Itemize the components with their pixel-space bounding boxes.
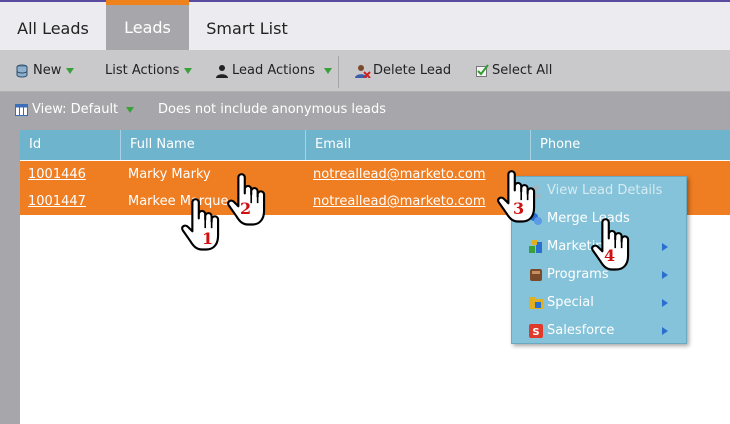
view-label: View: Default (32, 102, 119, 117)
annotation-number: 4 (604, 246, 616, 265)
view-selector[interactable]: View: Default (15, 92, 135, 130)
delete-person-icon (355, 64, 371, 78)
delete-lead-label: Delete Lead (373, 63, 452, 78)
chevron-down-icon (323, 67, 332, 74)
tab-all-leads[interactable]: All Leads (0, 2, 106, 50)
person-icon (216, 64, 228, 78)
delete-lead-button[interactable]: Delete Lead (355, 50, 451, 92)
lead-actions-label: Lead Actions (232, 63, 315, 78)
database-icon (16, 64, 28, 77)
chevron-down-icon (66, 67, 75, 74)
salesforce-icon: S (529, 324, 543, 338)
left-gutter (0, 130, 20, 424)
column-header-full-name[interactable]: Full Name (121, 130, 306, 160)
lead-id-link[interactable]: 1001446 (20, 161, 86, 188)
annotation-number: 3 (513, 199, 525, 218)
chevron-down-icon (184, 67, 193, 74)
submenu-arrow-icon (662, 271, 668, 279)
submenu-arrow-icon (662, 327, 668, 335)
chevron-down-icon (126, 106, 135, 113)
annotation-number: 1 (202, 229, 214, 248)
tab-bar: All Leads Leads Smart List (0, 0, 730, 52)
menu-item-label: Special (547, 295, 594, 310)
special-icon (529, 297, 543, 309)
hand-cursor-icon (181, 198, 220, 251)
column-header-phone[interactable]: Phone (531, 130, 730, 160)
lead-full-name: Marky Marky (128, 167, 211, 182)
lead-email-link[interactable]: notreallead@marketo.com (305, 161, 486, 188)
annotation-number: 2 (240, 199, 252, 218)
anonymous-leads-note: Does not include anonymous leads (158, 102, 386, 117)
column-header-id[interactable]: Id (20, 130, 121, 160)
menu-item-special[interactable]: Special (512, 289, 686, 317)
select-all-label: Select All (492, 63, 553, 78)
grid-view-icon (15, 103, 28, 116)
tab-smart-list[interactable]: Smart List (189, 2, 305, 50)
select-all-button[interactable]: Select All (476, 50, 552, 92)
lead-actions-button[interactable]: Lead Actions (216, 50, 332, 92)
column-header-email[interactable]: Email (306, 130, 531, 160)
toolbar: New List Actions Lead Actions Delete Lea… (0, 50, 730, 92)
lead-id-link[interactable]: 1001447 (20, 188, 86, 215)
tab-leads[interactable]: Leads (106, 0, 189, 52)
view-bar: View: Default Does not include anonymous… (0, 92, 730, 130)
toolbar-divider (338, 56, 339, 88)
checkbox-icon (476, 63, 489, 77)
menu-item-salesforce[interactable]: S Salesforce (512, 317, 686, 345)
svg-text:S: S (532, 327, 539, 338)
submenu-arrow-icon (662, 243, 668, 251)
menu-item-label: View Lead Details (547, 183, 663, 198)
programs-icon (530, 269, 542, 281)
marketing-icon (529, 240, 542, 253)
list-actions-label: List Actions (105, 63, 180, 78)
table-header: Id Full Name Email Phone (20, 130, 730, 160)
submenu-arrow-icon (662, 299, 668, 307)
menu-item-label: Salesforce (547, 323, 615, 338)
new-label: New (33, 63, 62, 78)
new-button[interactable]: New (15, 50, 75, 92)
lead-email-link[interactable]: notreallead@marketo.com (305, 188, 486, 215)
list-actions-button[interactable]: List Actions (105, 50, 193, 92)
